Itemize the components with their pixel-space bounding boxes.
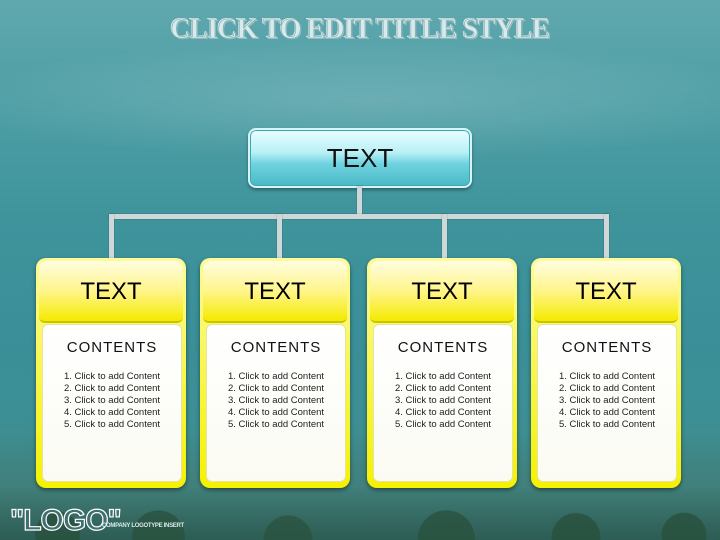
child-card-2[interactable]: TEXT CONTENTS 1. Click to add Content 2.… <box>200 258 350 488</box>
list-item: 3. Click to add Content <box>558 395 656 406</box>
card-header[interactable]: TEXT <box>203 261 347 323</box>
list-item: 4. Click to add Content <box>63 407 161 418</box>
card-body[interactable]: CONTENTS 1. Click to add Content 2. Clic… <box>206 324 346 482</box>
list-item: 3. Click to add Content <box>63 395 161 406</box>
page-title[interactable]: CLICK TO EDIT TITLE STYLE <box>0 14 720 46</box>
list-item: 5. Click to add Content <box>63 419 161 430</box>
child-card-1[interactable]: TEXT CONTENTS 1. Click to add Content 2.… <box>36 258 186 488</box>
card-content-list[interactable]: 1. Click to add Content 2. Click to add … <box>43 371 181 431</box>
list-item: 4. Click to add Content <box>394 407 492 418</box>
list-item: 5. Click to add Content <box>394 419 492 430</box>
connector-drop <box>277 214 282 262</box>
list-item: 4. Click to add Content <box>227 407 325 418</box>
list-item: 1. Click to add Content <box>558 371 656 382</box>
card-content-list[interactable]: 1. Click to add Content 2. Click to add … <box>538 371 676 431</box>
card-contents-label: CONTENTS <box>230 339 322 356</box>
list-item: 3. Click to add Content <box>227 395 325 406</box>
card-contents-label: CONTENTS <box>561 339 653 356</box>
card-contents-label: CONTENTS <box>66 339 158 356</box>
list-item: 4. Click to add Content <box>558 407 656 418</box>
card-header[interactable]: TEXT <box>370 261 514 323</box>
card-content-list[interactable]: 1. Click to add Content 2. Click to add … <box>207 371 345 431</box>
list-item: 5. Click to add Content <box>558 419 656 430</box>
child-card-4[interactable]: TEXT CONTENTS 1. Click to add Content 2.… <box>531 258 681 488</box>
card-body[interactable]: CONTENTS 1. Click to add Content 2. Clic… <box>42 324 182 482</box>
list-item: 2. Click to add Content <box>558 383 656 394</box>
slide: CLICK TO EDIT TITLE STYLE TEXT TEXT CONT… <box>0 0 720 540</box>
list-item: 2. Click to add Content <box>227 383 325 394</box>
root-node[interactable]: TEXT <box>248 128 472 188</box>
connector-trunk <box>357 186 362 216</box>
card-header[interactable]: TEXT <box>534 261 678 323</box>
logo: "LOGO" <box>9 503 122 537</box>
list-item: 1. Click to add Content <box>63 371 161 382</box>
card-content-list[interactable]: 1. Click to add Content 2. Click to add … <box>374 371 512 431</box>
child-card-3[interactable]: TEXT CONTENTS 1. Click to add Content 2.… <box>367 258 517 488</box>
list-item: 2. Click to add Content <box>394 383 492 394</box>
list-item: 5. Click to add Content <box>227 419 325 430</box>
connector-drop <box>604 214 609 262</box>
card-contents-label: CONTENTS <box>397 339 489 356</box>
connector-bar <box>109 214 609 219</box>
card-body[interactable]: CONTENTS 1. Click to add Content 2. Clic… <box>537 324 677 482</box>
company-logotype: COMPANY LOGOTYPE INSERT <box>102 523 184 529</box>
connector-drop <box>109 214 114 262</box>
card-header[interactable]: TEXT <box>39 261 183 323</box>
list-item: 1. Click to add Content <box>394 371 492 382</box>
connector-drop <box>442 214 447 262</box>
list-item: 3. Click to add Content <box>394 395 492 406</box>
card-body[interactable]: CONTENTS 1. Click to add Content 2. Clic… <box>373 324 513 482</box>
list-item: 1. Click to add Content <box>227 371 325 382</box>
list-item: 2. Click to add Content <box>63 383 161 394</box>
